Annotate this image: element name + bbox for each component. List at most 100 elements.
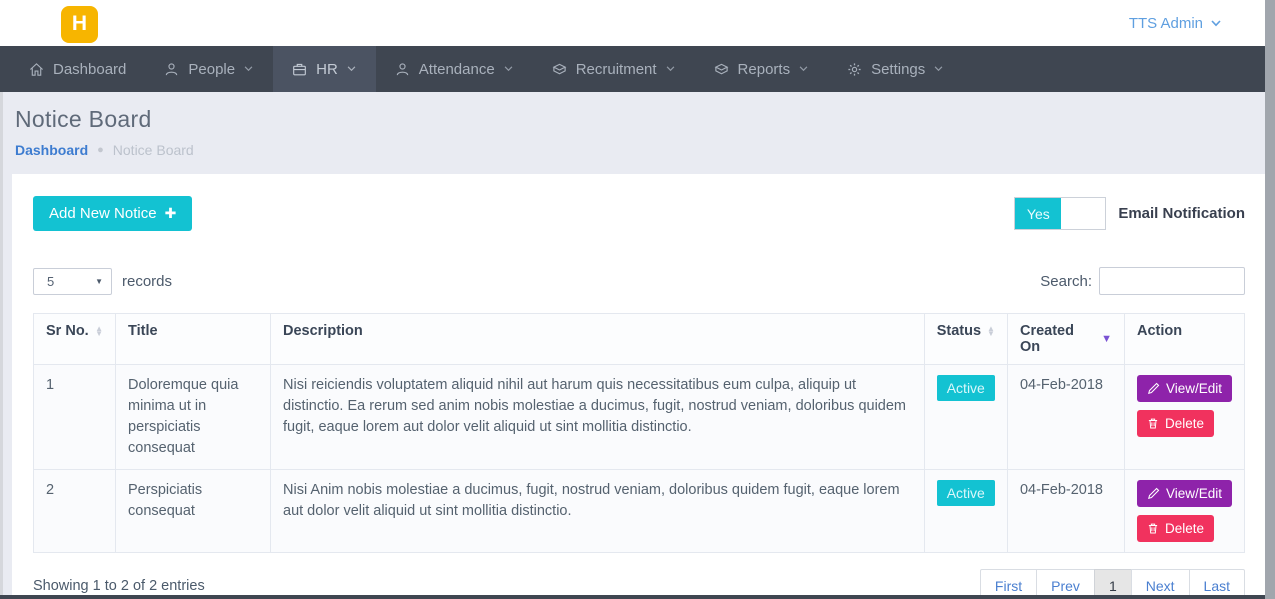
notices-table: Sr No. ▲▼ Title Description Status ▲▼ Cr	[33, 313, 1245, 553]
cell-status: Active	[924, 470, 1007, 553]
box-icon	[552, 62, 567, 77]
table-header-row: Sr No. ▲▼ Title Description Status ▲▼ Cr	[34, 314, 1245, 365]
delete-button[interactable]: Delete	[1137, 410, 1214, 437]
column-label: Sr No.	[46, 323, 89, 339]
add-new-notice-button[interactable]: Add New Notice ✚	[33, 196, 192, 231]
sort-both-icon: ▲▼	[987, 326, 995, 336]
page-title: Notice Board	[15, 106, 1263, 133]
nav-item-label: Settings	[871, 61, 925, 78]
delete-label: Delete	[1165, 416, 1204, 431]
email-notification-toggle[interactable]: Yes	[1014, 197, 1106, 230]
person-icon	[395, 62, 410, 77]
edit-pencil-icon	[1147, 382, 1160, 395]
search-input[interactable]	[1099, 267, 1245, 295]
cell-description: Nisi reiciendis voluptatem aliquid nihil…	[271, 365, 925, 470]
column-label: Title	[128, 323, 158, 339]
nav-item-attendance[interactable]: Attendance	[376, 46, 533, 92]
nav-item-label: Reports	[738, 61, 791, 78]
gear-icon	[847, 62, 862, 77]
page-content: Notice Board Dashboard ● Notice Board Ad…	[0, 92, 1275, 599]
nav-item-label: Attendance	[419, 61, 495, 78]
chevron-down-icon	[1211, 20, 1221, 27]
cell-title: Doloremque quia minima ut in perspiciati…	[116, 365, 271, 470]
email-notification-group: Yes Email Notification	[1014, 197, 1245, 230]
nav-item-recruitment[interactable]: Recruitment	[533, 46, 695, 92]
nav-item-label: Recruitment	[576, 61, 657, 78]
sort-desc-icon: ▼	[1101, 333, 1112, 345]
breadcrumb: Dashboard ● Notice Board	[15, 142, 1263, 158]
nav-item-people[interactable]: People	[145, 46, 273, 92]
cell-sr-no: 2	[34, 470, 116, 553]
cell-action: View/Edit Delete	[1124, 470, 1244, 553]
search-label: Search:	[1040, 273, 1092, 290]
column-label: Created On	[1020, 323, 1095, 355]
app-logo[interactable]: H	[61, 6, 98, 43]
cell-description: Nisi Anim nobis molestiae a ducimus, fug…	[271, 470, 925, 553]
status-badge: Active	[937, 375, 995, 401]
column-header-sr-no[interactable]: Sr No. ▲▼	[34, 314, 116, 365]
breadcrumb-dashboard-link[interactable]: Dashboard	[15, 142, 88, 158]
nav-item-reports[interactable]: Reports	[695, 46, 829, 92]
breadcrumb-current: Notice Board	[113, 142, 194, 158]
nav-item-settings[interactable]: Settings	[828, 46, 963, 92]
box-icon	[714, 62, 729, 77]
top-bar: H TTS Admin	[0, 0, 1275, 46]
records-per-page-select[interactable]: 5 ▼	[33, 268, 112, 295]
plus-icon: ✚	[165, 205, 177, 222]
view-edit-button[interactable]: View/Edit	[1137, 480, 1232, 507]
chevron-down-icon	[244, 66, 254, 73]
chevron-down-icon	[934, 66, 944, 73]
table-row: 1 Doloremque quia minima ut in perspicia…	[34, 365, 1245, 470]
chevron-down-icon	[666, 66, 676, 73]
people-icon	[164, 62, 179, 77]
column-header-title[interactable]: Title	[116, 314, 271, 365]
column-header-status[interactable]: Status ▲▼	[924, 314, 1007, 365]
delete-label: Delete	[1165, 521, 1204, 536]
sort-both-icon: ▲▼	[95, 326, 103, 336]
vertical-scrollbar[interactable]	[1265, 0, 1275, 599]
column-header-action: Action	[1124, 314, 1244, 365]
nav-item-label: People	[188, 61, 235, 78]
user-menu[interactable]: TTS Admin	[1129, 15, 1221, 32]
trash-icon	[1147, 417, 1159, 430]
column-label: Description	[283, 323, 363, 339]
edit-pencil-icon	[1147, 487, 1160, 500]
user-menu-label: TTS Admin	[1129, 15, 1203, 32]
chevron-down-icon	[799, 66, 809, 73]
table-row: 2 Perspiciatis consequat Nisi Anim nobis…	[34, 470, 1245, 553]
view-edit-label: View/Edit	[1166, 381, 1222, 396]
cell-created-on: 04-Feb-2018	[1007, 470, 1124, 553]
home-icon	[29, 62, 44, 77]
cell-action: View/Edit Delete	[1124, 365, 1244, 470]
page-header: Notice Board Dashboard ● Notice Board	[3, 92, 1275, 174]
nav-item-hr[interactable]: HR	[273, 46, 376, 92]
cell-status: Active	[924, 365, 1007, 470]
view-edit-label: View/Edit	[1166, 486, 1222, 501]
main-nav: Dashboard People HR Attendance Recruitme…	[0, 46, 1275, 92]
records-selected-value: 5	[47, 274, 54, 289]
notice-board-card: Add New Notice ✚ Yes Email Notification …	[12, 174, 1266, 599]
status-badge: Active	[937, 480, 995, 506]
nav-item-label: HR	[316, 61, 338, 78]
window-bottom-edge	[0, 595, 1275, 599]
toggle-on-segment: Yes	[1015, 198, 1061, 229]
briefcase-icon	[292, 62, 307, 77]
records-per-page-group: 5 ▼ records	[33, 268, 172, 295]
toolbar-row: Add New Notice ✚ Yes Email Notification	[33, 196, 1245, 231]
column-header-description[interactable]: Description	[271, 314, 925, 365]
column-header-created-on[interactable]: Created On ▼	[1007, 314, 1124, 365]
delete-button[interactable]: Delete	[1137, 515, 1214, 542]
entries-summary: Showing 1 to 2 of 2 entries	[33, 578, 205, 594]
nav-item-label: Dashboard	[53, 61, 126, 78]
cell-created-on: 04-Feb-2018	[1007, 365, 1124, 470]
add-new-notice-label: Add New Notice	[49, 205, 157, 222]
trash-icon	[1147, 522, 1159, 535]
select-caret-icon: ▼	[95, 277, 103, 286]
view-edit-button[interactable]: View/Edit	[1137, 375, 1232, 402]
nav-item-dashboard[interactable]: Dashboard	[10, 46, 145, 92]
column-label: Status	[937, 323, 981, 339]
column-label: Action	[1137, 323, 1182, 339]
cell-title: Perspiciatis consequat	[116, 470, 271, 553]
chevron-down-icon	[504, 66, 514, 73]
cell-sr-no: 1	[34, 365, 116, 470]
